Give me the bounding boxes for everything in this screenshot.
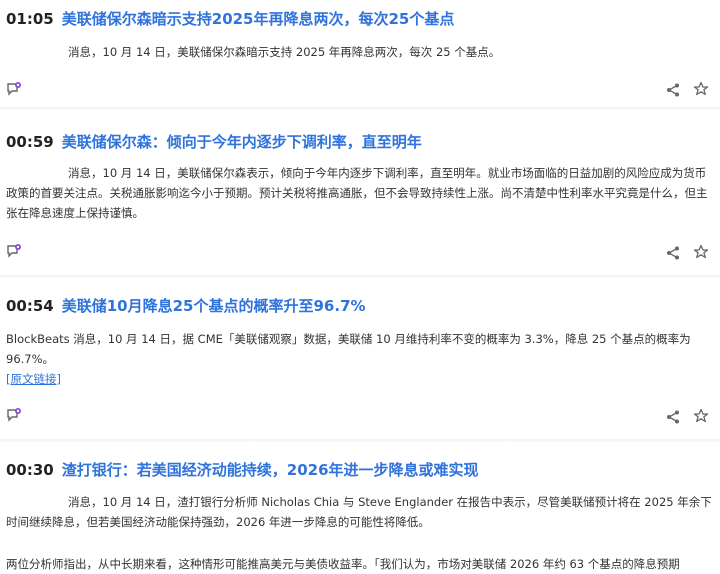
star-icon[interactable] (693, 244, 709, 260)
share-icon[interactable] (665, 409, 681, 425)
news-time: 00:59 (6, 132, 54, 151)
news-body: 消息，10 月 14 日，美联储保尔森暗示支持 2025 年再降息两次，每次 2… (68, 45, 501, 59)
divider (0, 439, 720, 443)
share-icon[interactable] (665, 245, 681, 261)
news-body: BlockBeats 消息，10 月 14 日，据 CME「美联储观察」数据，美… (6, 329, 712, 389)
news-header: 00:30 渣打银行：若美国经济动能持续，2026年进一步降息或难实现 (6, 459, 479, 483)
news-header: 00:59 美联储保尔森：倾向于今年内逐步下调利率，直至明年 (6, 131, 422, 155)
share-icon[interactable] (665, 82, 681, 98)
news-time: 00:30 (6, 460, 54, 479)
news-title[interactable]: 渣打银行：若美国经济动能持续，2026年进一步降息或难实现 (62, 459, 479, 480)
news-header: 00:54 美联储10月降息25个基点的概率升至96.7% (6, 295, 366, 319)
star-icon[interactable] (693, 81, 709, 97)
news-body: 消息，10 月 14 日，美联储保尔森表示，倾向于今年内逐步下调利率，直至明年。… (6, 166, 708, 220)
divider (0, 107, 720, 111)
comment-icon[interactable] (6, 243, 22, 259)
news-title[interactable]: 美联储10月降息25个基点的概率升至96.7% (62, 295, 366, 316)
divider (0, 275, 720, 279)
news-feed: 01:05 美联储保尔森暗示支持2025年再降息两次，每次25个基点 消息，10 … (0, 0, 720, 571)
news-body: 消息，10 月 14 日，渣打银行分析师 Nicholas Chia 与 Ste… (6, 495, 712, 529)
news-time: 00:54 (6, 296, 54, 315)
news-body-continued: 两位分析师指出，从中长期来看，这种情形可能推高美元与美债收益率。「我们认为，市场… (6, 557, 680, 571)
star-icon[interactable] (693, 408, 709, 424)
news-title[interactable]: 美联储保尔森：倾向于今年内逐步下调利率，直至明年 (62, 131, 422, 152)
comment-icon[interactable] (6, 81, 22, 97)
news-time: 01:05 (6, 9, 54, 28)
news-title[interactable]: 美联储保尔森暗示支持2025年再降息两次，每次25个基点 (62, 8, 455, 29)
source-link[interactable]: [原文链接] (6, 369, 61, 389)
comment-icon[interactable] (6, 407, 22, 423)
news-header: 01:05 美联储保尔森暗示支持2025年再降息两次，每次25个基点 (6, 8, 454, 32)
news-body-text: BlockBeats 消息，10 月 14 日，据 CME「美联储观察」数据，美… (6, 332, 691, 366)
